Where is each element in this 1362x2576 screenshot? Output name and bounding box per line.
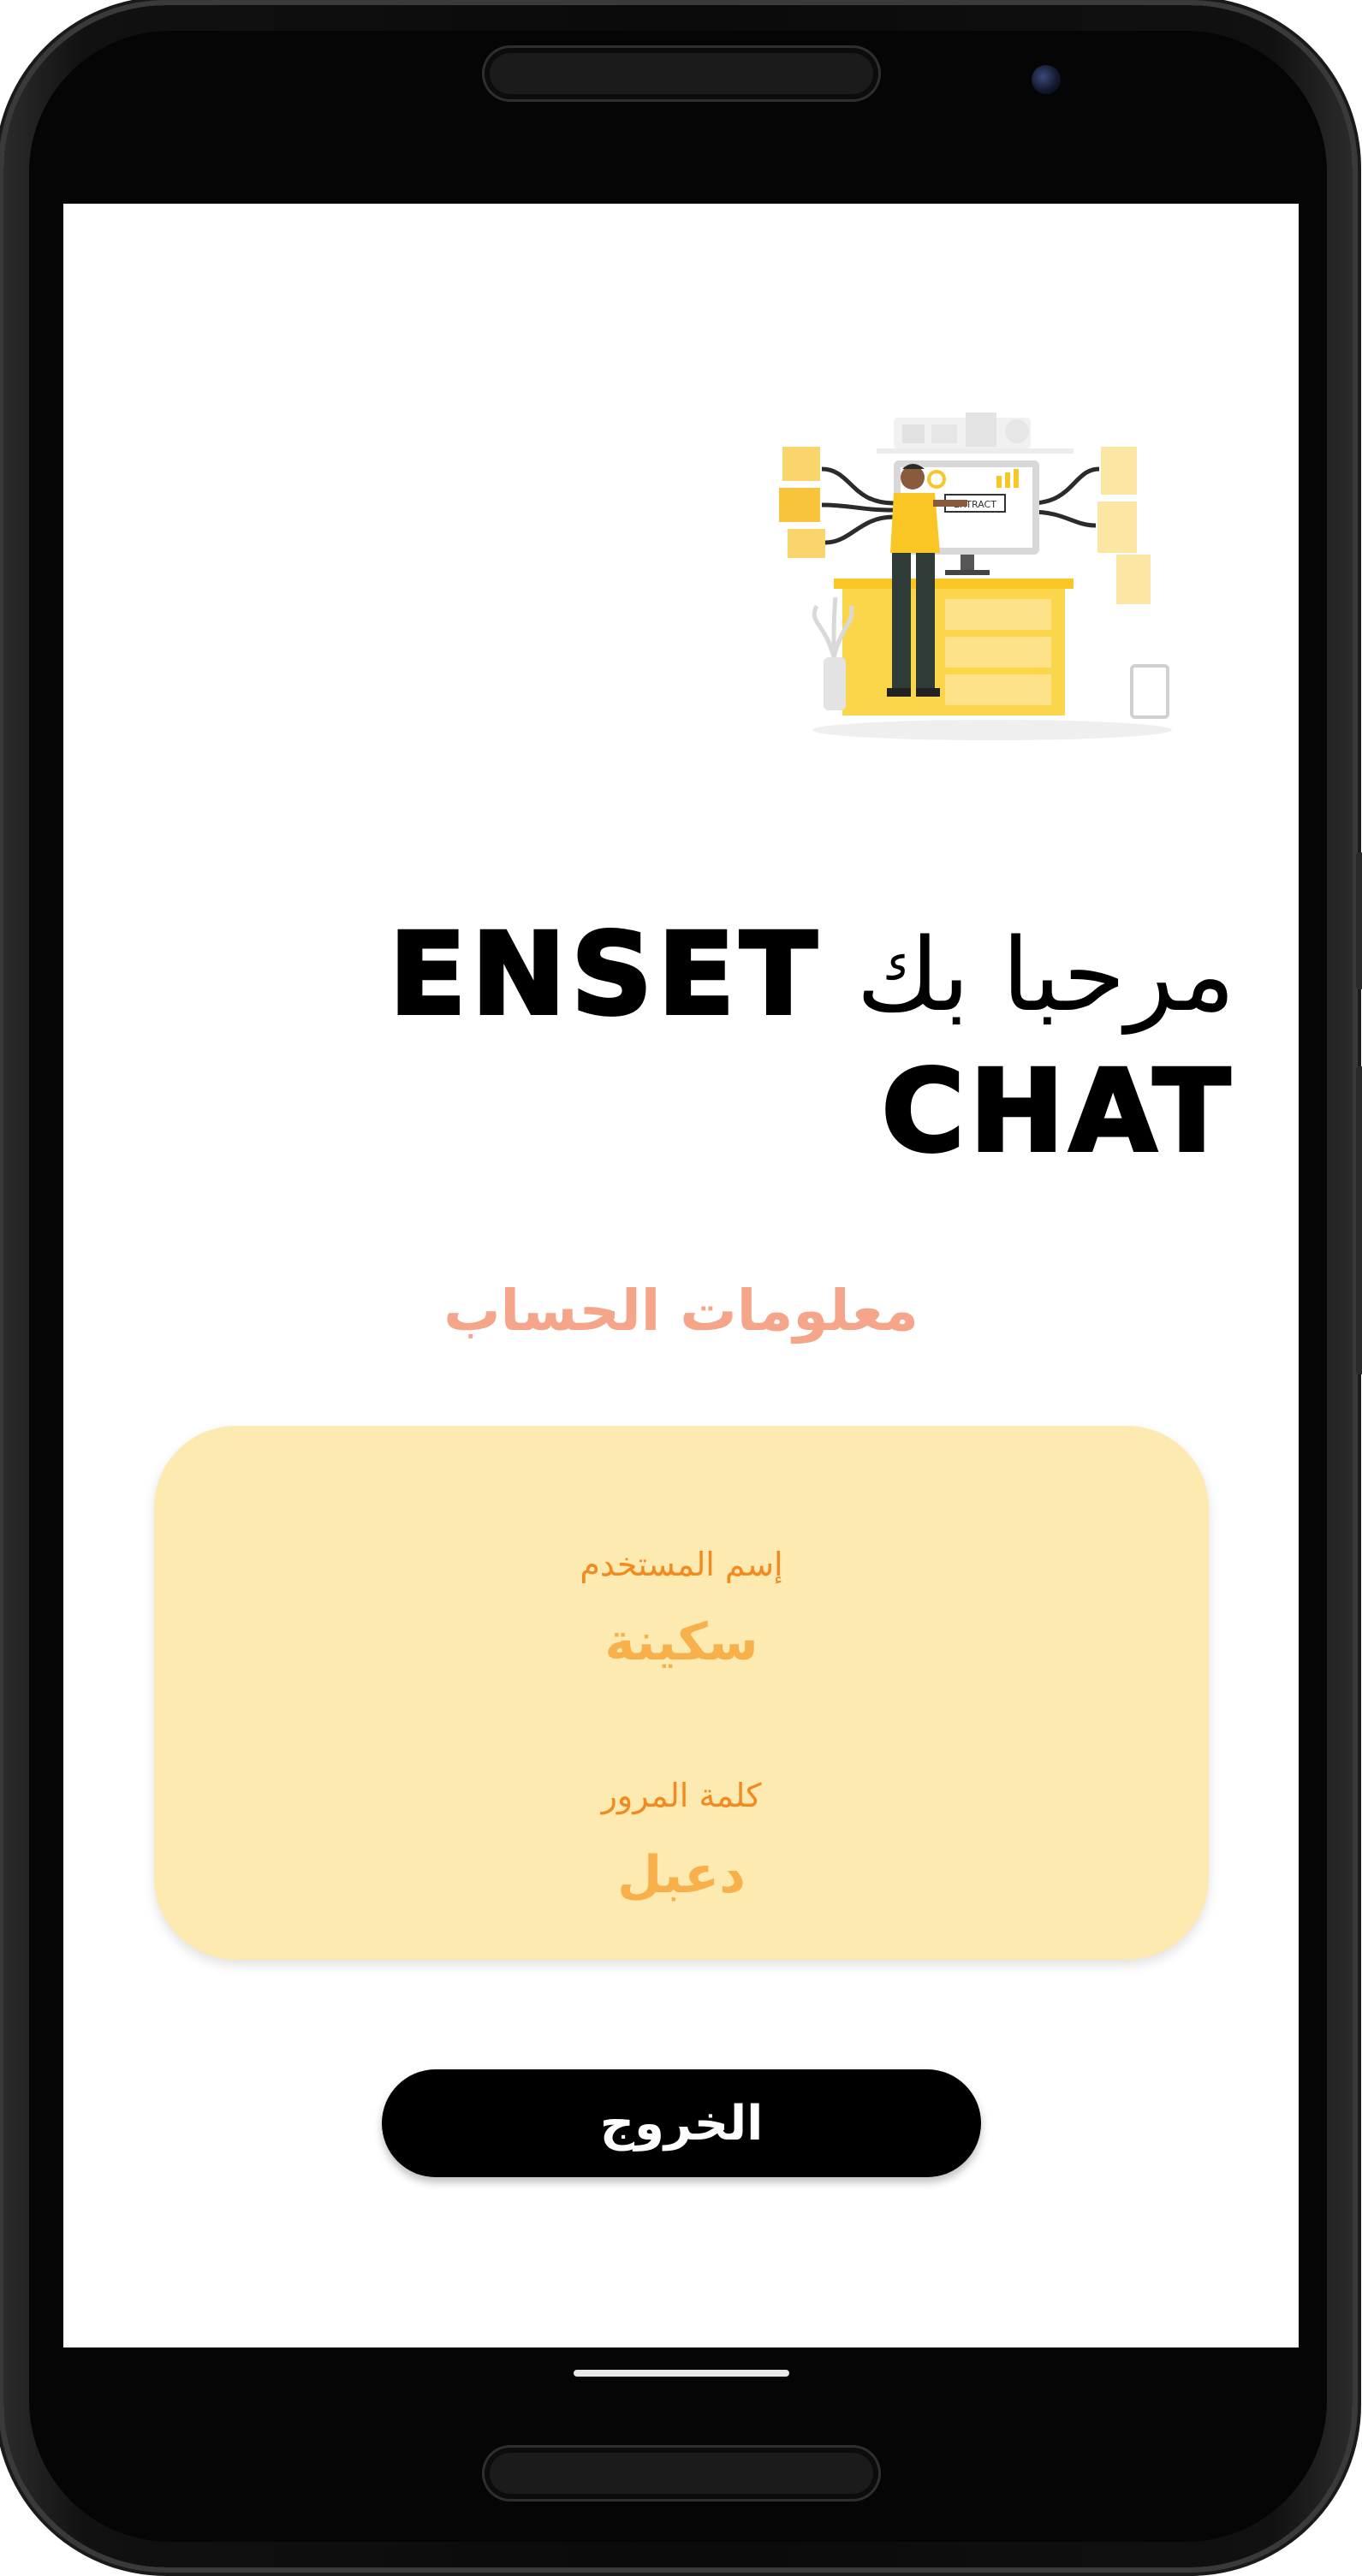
welcome-line-1: ENSET مرحبا بك bbox=[294, 905, 1235, 1043]
account-info-card: إسم المستخدم سكينة كلمة المرور دعبل bbox=[154, 1426, 1209, 1960]
account-info-title: معلومات الحساب bbox=[443, 1278, 919, 1344]
password-value: دعبل bbox=[617, 1845, 746, 1905]
app-screen: EXTRACT ENSET مرحبا بك CHAT معلومات الحسا… bbox=[63, 204, 1299, 2347]
power-button bbox=[1356, 1066, 1362, 1374]
username-value: سكينة bbox=[604, 1612, 758, 1672]
volume-button bbox=[1356, 852, 1362, 989]
app-name-enset: ENSET bbox=[387, 907, 823, 1042]
front-camera bbox=[1032, 65, 1061, 94]
welcome-greeting: مرحبا بك bbox=[856, 915, 1235, 1034]
welcome-heading: ENSET مرحبا بك CHAT bbox=[294, 905, 1235, 1180]
top-speaker bbox=[485, 48, 878, 99]
app-name-chat: CHAT bbox=[880, 1044, 1235, 1179]
password-label: كلمة المرور bbox=[601, 1777, 762, 1814]
home-indicator[interactable] bbox=[574, 2370, 789, 2377]
bottom-speaker bbox=[485, 2448, 878, 2499]
logout-button[interactable]: الخروج bbox=[382, 2069, 981, 2177]
username-label: إسم المستخدم bbox=[580, 1546, 783, 1583]
data-extract-illustration: EXTRACT bbox=[779, 413, 1172, 740]
